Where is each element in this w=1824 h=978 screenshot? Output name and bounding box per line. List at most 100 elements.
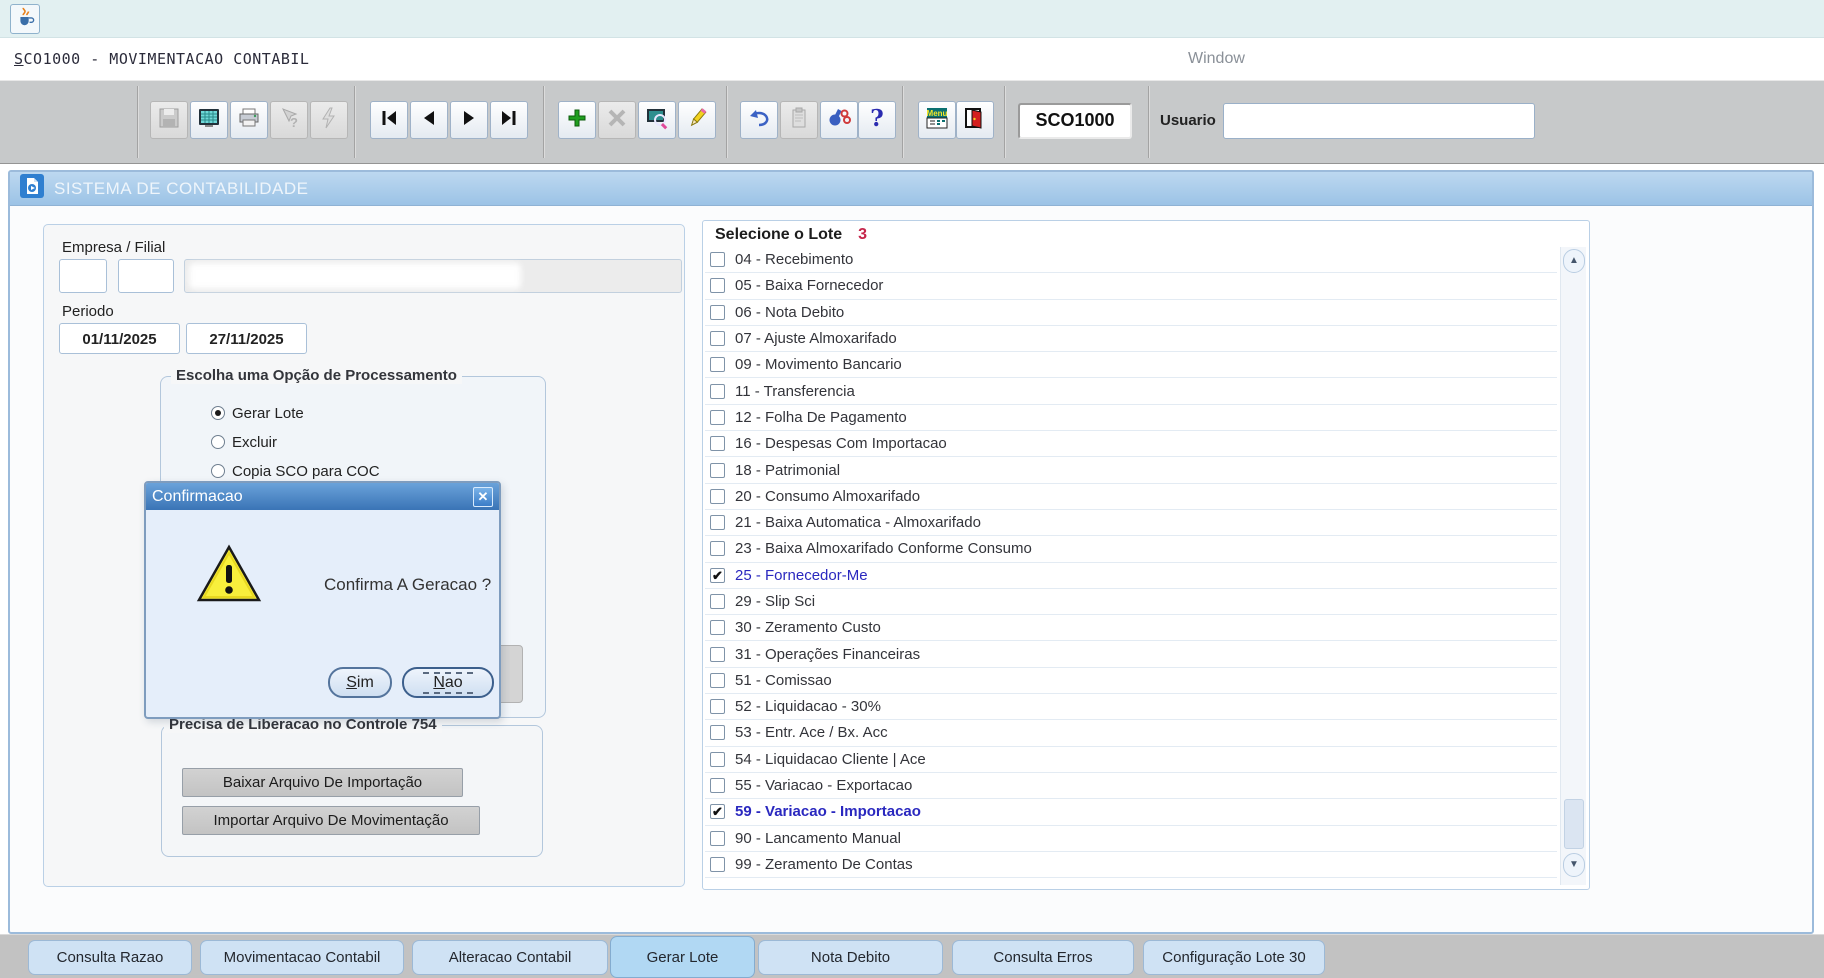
lote-label[interactable]: 23 - Baixa Almoxarifado Conforme Consumo xyxy=(735,540,1032,557)
lote-checkbox[interactable] xyxy=(710,620,725,635)
lote-row[interactable]: 51 - Comissao xyxy=(705,668,1557,694)
lote-label[interactable]: 29 - Slip Sci xyxy=(735,593,815,610)
lote-checkbox[interactable]: ✔ xyxy=(710,804,725,819)
radio-copia-sco-coc[interactable]: Copia SCO para COC xyxy=(211,461,380,481)
undo-button[interactable] xyxy=(740,101,778,139)
lote-row[interactable]: 06 - Nota Debito xyxy=(705,300,1557,326)
lote-checkbox[interactable] xyxy=(710,278,725,293)
lote-checkbox[interactable] xyxy=(710,857,725,872)
lote-checkbox[interactable] xyxy=(710,541,725,556)
lote-checkbox[interactable] xyxy=(710,384,725,399)
java-app-button[interactable] xyxy=(10,4,40,34)
tab-consulta-razao[interactable]: Consulta Razao xyxy=(28,940,192,975)
delete-button[interactable] xyxy=(598,101,636,139)
lote-label[interactable]: 99 - Zeramento De Contas xyxy=(735,856,913,873)
lote-label[interactable]: 25 - Fornecedor-Me xyxy=(735,567,868,584)
lote-checkbox[interactable] xyxy=(710,515,725,530)
tab-consulta-erros[interactable]: Consulta Erros xyxy=(952,940,1134,975)
lote-label[interactable]: 18 - Patrimonial xyxy=(735,462,840,479)
lote-row[interactable]: 20 - Consumo Almoxarifado xyxy=(705,484,1557,510)
lote-checkbox[interactable] xyxy=(710,831,725,846)
menu-item-program-title[interactable]: SCO1000 - MOVIMENTACAO CONTABIL xyxy=(14,38,309,80)
lote-row[interactable]: 21 - Baixa Automatica - Almoxarifado xyxy=(705,510,1557,536)
previous-record-button[interactable] xyxy=(410,101,448,139)
lote-label[interactable]: 21 - Baixa Automatica - Almoxarifado xyxy=(735,514,981,531)
dialog-close-button[interactable]: ✕ xyxy=(473,487,493,507)
lote-checkbox[interactable] xyxy=(710,410,725,425)
lote-row[interactable]: 04 - Recebimento xyxy=(705,247,1557,273)
lote-checkbox[interactable] xyxy=(710,331,725,346)
lote-row[interactable]: 11 - Transferencia xyxy=(705,378,1557,404)
help-button[interactable]: ? xyxy=(858,101,896,139)
lote-label[interactable]: 12 - Folha De Pagamento xyxy=(735,409,907,426)
lote-row[interactable]: 09 - Movimento Bancario xyxy=(705,352,1557,378)
lote-row[interactable]: 16 - Despesas Com Importacao xyxy=(705,431,1557,457)
lote-row[interactable]: 52 - Liquidacao - 30% xyxy=(705,694,1557,720)
lote-label[interactable]: 06 - Nota Debito xyxy=(735,304,844,321)
lote-label[interactable]: 20 - Consumo Almoxarifado xyxy=(735,488,920,505)
lote-label[interactable]: 30 - Zeramento Custo xyxy=(735,619,881,636)
periodo-fim-field[interactable]: 27/11/2025 xyxy=(186,323,307,354)
save-button[interactable] xyxy=(150,101,188,139)
lote-label[interactable]: 52 - Liquidacao - 30% xyxy=(735,698,881,715)
lote-label[interactable]: 59 - Variacao - Importacao xyxy=(735,803,921,820)
process-button[interactable] xyxy=(310,101,348,139)
first-record-button[interactable] xyxy=(370,101,408,139)
lote-label[interactable]: 11 - Transferencia xyxy=(735,383,855,400)
baixar-arquivo-button[interactable]: Baixar Arquivo De Importação xyxy=(182,768,463,797)
view-query-button[interactable] xyxy=(638,101,676,139)
lote-scrollbar[interactable]: ▲ ▼ xyxy=(1560,247,1586,885)
radio-button-icon[interactable] xyxy=(211,406,225,420)
lote-checkbox[interactable] xyxy=(710,699,725,714)
usuario-input[interactable] xyxy=(1223,103,1535,139)
lote-label[interactable]: 54 - Liquidacao Cliente | Ace xyxy=(735,751,926,768)
lote-label[interactable]: 07 - Ajuste Almoxarifado xyxy=(735,330,897,347)
lote-label[interactable]: 55 - Variacao - Exportacao xyxy=(735,777,912,794)
lote-checkbox[interactable] xyxy=(710,647,725,662)
sim-button[interactable]: Sim xyxy=(328,667,392,698)
lote-checkbox[interactable]: ✔ xyxy=(710,568,725,583)
tab-configuracao-lote-30[interactable]: Configuração Lote 30 xyxy=(1143,940,1325,975)
lote-checkbox[interactable] xyxy=(710,778,725,793)
lote-row[interactable]: 07 - Ajuste Almoxarifado xyxy=(705,326,1557,352)
lote-row[interactable]: 30 - Zeramento Custo xyxy=(705,615,1557,641)
lote-checkbox[interactable] xyxy=(710,357,725,372)
radio-button-icon[interactable] xyxy=(211,435,225,449)
radio-label[interactable]: Excluir xyxy=(232,434,277,451)
scrollbar-thumb[interactable] xyxy=(1564,799,1584,849)
radio-label[interactable]: Copia SCO para COC xyxy=(232,463,380,480)
scroll-down-icon[interactable]: ▼ xyxy=(1563,853,1585,877)
importar-arquivo-button[interactable]: Importar Arquivo De Movimentação xyxy=(182,806,480,835)
lote-checkbox[interactable] xyxy=(710,725,725,740)
menu-item-window[interactable]: Window xyxy=(1188,38,1245,80)
empresa-nome-field[interactable] xyxy=(184,259,682,293)
add-button[interactable] xyxy=(558,101,596,139)
lote-row[interactable]: 23 - Baixa Almoxarifado Conforme Consumo xyxy=(705,536,1557,562)
lote-row[interactable]: ✔ 25 - Fornecedor-Me xyxy=(705,563,1557,589)
lote-row[interactable]: 31 - Operações Financeiras xyxy=(705,641,1557,667)
lote-checkbox[interactable] xyxy=(710,594,725,609)
nao-button[interactable]: Nao xyxy=(402,667,494,698)
radio-label[interactable]: Gerar Lote xyxy=(232,405,304,422)
screen-button[interactable] xyxy=(190,101,228,139)
menu-button[interactable]: Menu xyxy=(918,101,956,139)
lote-label[interactable]: 16 - Despesas Com Importacao xyxy=(735,435,947,452)
lote-label[interactable]: 04 - Recebimento xyxy=(735,251,853,268)
tab-movimentacao-contabil[interactable]: Movimentacao Contabil xyxy=(200,940,404,975)
lote-row[interactable]: ✔ 59 - Variacao - Importacao xyxy=(705,799,1557,825)
exit-button[interactable] xyxy=(956,101,994,139)
lote-checkbox[interactable] xyxy=(710,436,725,451)
lote-label[interactable]: 09 - Movimento Bancario xyxy=(735,356,902,373)
lote-row[interactable]: 05 - Baixa Fornecedor xyxy=(705,273,1557,299)
empresa-input[interactable] xyxy=(59,259,107,293)
lote-row[interactable]: 55 - Variacao - Exportacao xyxy=(705,773,1557,799)
scroll-up-icon[interactable]: ▲ xyxy=(1563,249,1585,273)
lote-checkbox[interactable] xyxy=(710,463,725,478)
lote-label[interactable]: 51 - Comissao xyxy=(735,672,832,689)
lote-checkbox[interactable] xyxy=(710,752,725,767)
lote-checkbox[interactable] xyxy=(710,305,725,320)
periodo-inicio-field[interactable]: 01/11/2025 xyxy=(59,323,180,354)
tab-nota-debito[interactable]: Nota Debito xyxy=(758,940,943,975)
lote-label[interactable]: 53 - Entr. Ace / Bx. Acc xyxy=(735,724,888,741)
lote-row[interactable]: 29 - Slip Sci xyxy=(705,589,1557,615)
